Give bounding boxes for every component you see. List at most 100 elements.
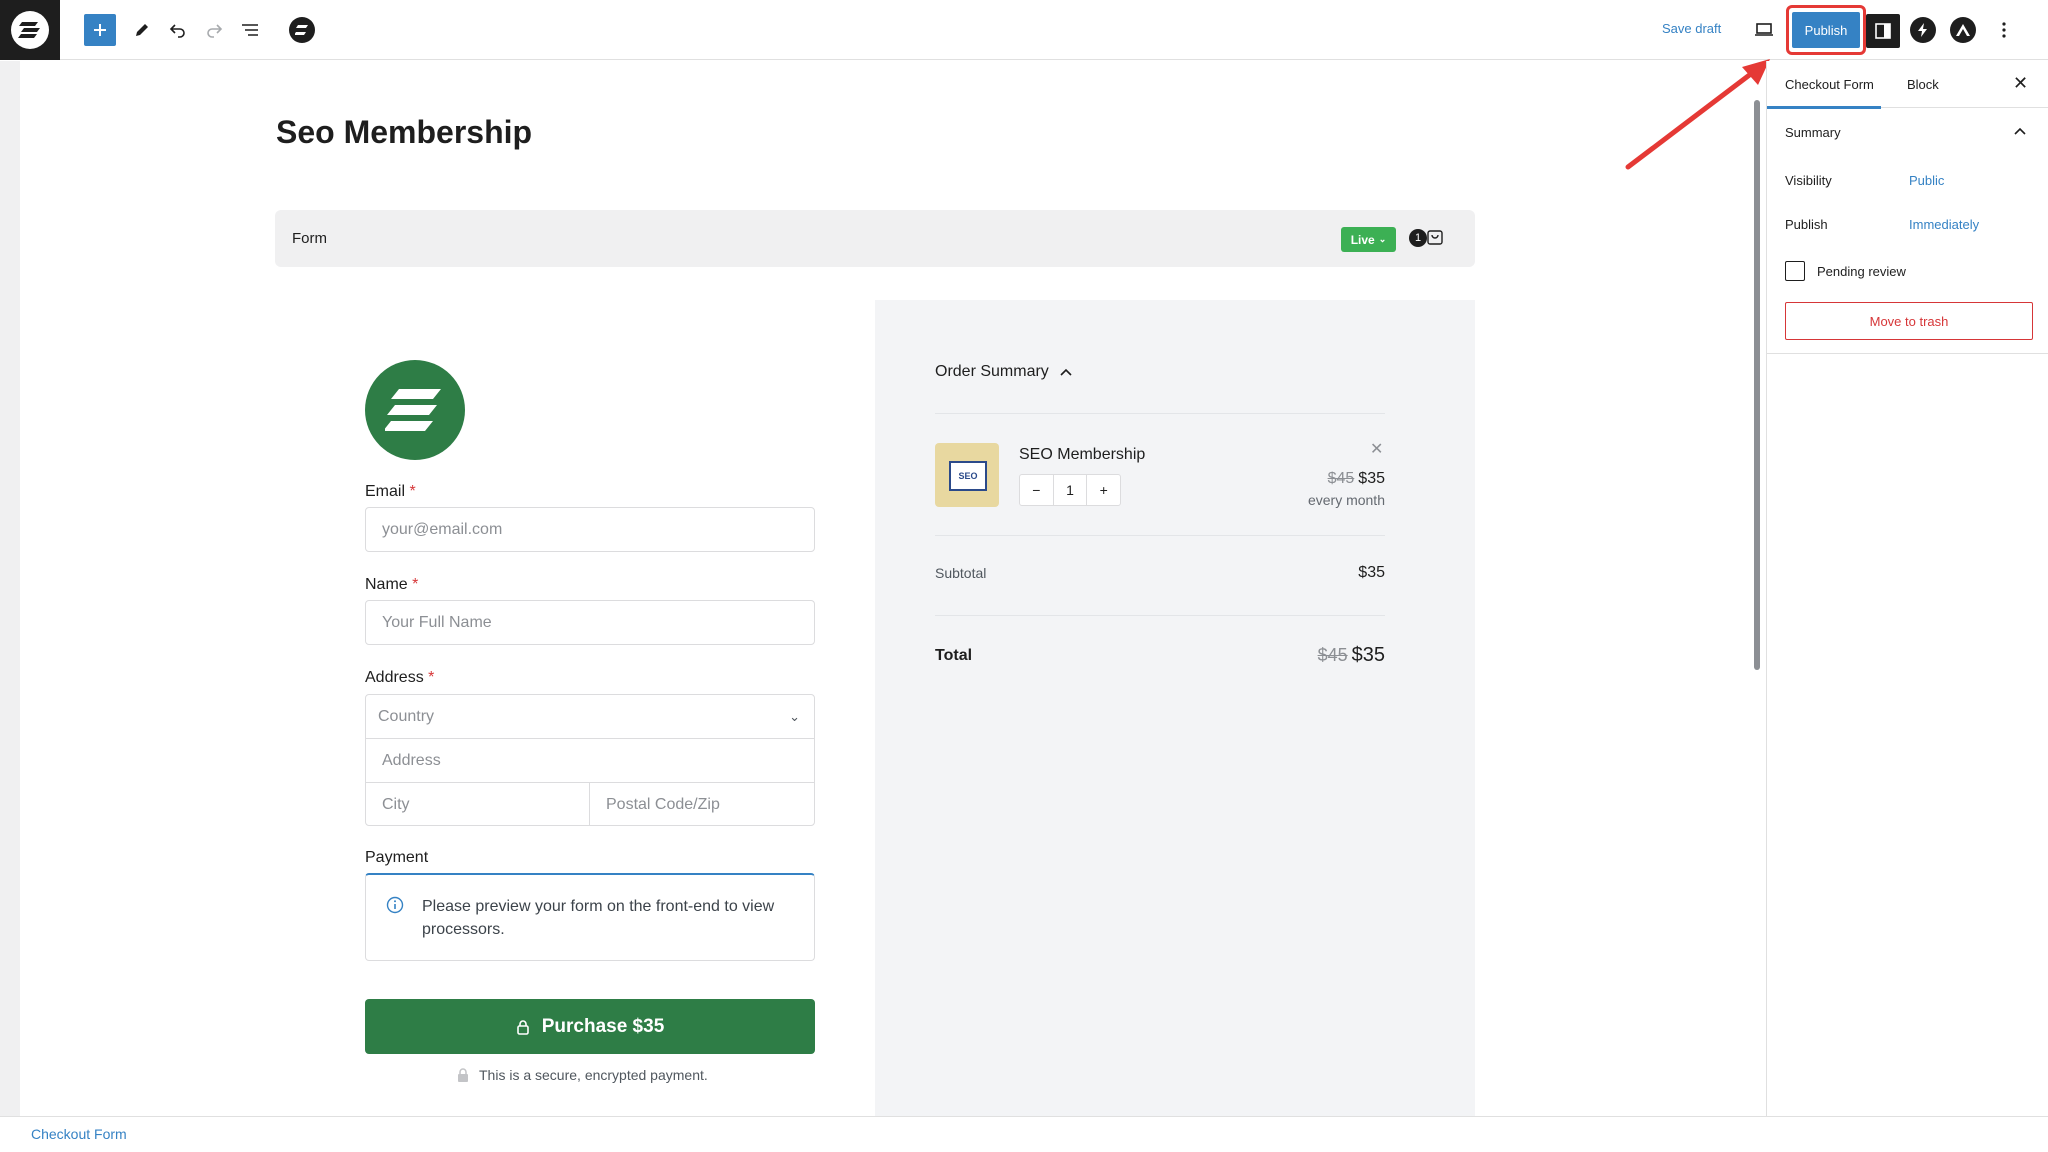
lock-icon (516, 1019, 529, 1035)
redo-button[interactable] (198, 14, 230, 46)
bolt-icon (1918, 23, 1927, 37)
divider (1767, 353, 2048, 354)
astra-icon (1956, 24, 1970, 36)
product-name: SEO Membership (1019, 446, 1146, 463)
address-fieldset: Country ⌄ Address City Postal Code/Zip (365, 694, 815, 826)
vertical-dots-icon (2002, 22, 2006, 38)
purchase-button[interactable]: Purchase $35 (365, 999, 815, 1054)
tab-checkout-form[interactable]: Checkout Form (1785, 77, 1874, 92)
pencil-icon (136, 24, 148, 36)
surecart-logo-icon (385, 389, 441, 431)
chevron-down-icon: ⌄ (789, 708, 800, 724)
product-price: $45 $35 (1328, 470, 1385, 488)
quantity-value[interactable]: 1 (1052, 475, 1088, 505)
astra-plugin-button[interactable] (1950, 17, 1976, 43)
visibility-label: Visibility (1785, 173, 1832, 188)
payment-processor-box: Please preview your form on the front-en… (365, 873, 815, 961)
add-block-button[interactable] (84, 14, 116, 46)
publish-button[interactable]: Publish (1792, 12, 1860, 48)
postal-code-field[interactable]: Postal Code/Zip (590, 783, 814, 826)
secure-payment-note: This is a secure, encrypted payment. (457, 1067, 708, 1083)
form-block-header[interactable]: Form Live ⌄ 1 (275, 210, 1475, 267)
cart-count-badge: 1 (1409, 229, 1427, 247)
document-overview-button[interactable] (234, 14, 266, 46)
postal-placeholder: Postal Code/Zip (606, 795, 720, 813)
subtotal-label: Subtotal (935, 565, 987, 581)
original-price: $45 (1327, 470, 1355, 487)
city-placeholder: City (382, 795, 410, 813)
lock-icon (458, 1068, 468, 1082)
bolt-plugin-button[interactable] (1910, 17, 1936, 43)
info-icon (386, 896, 404, 914)
sale-price: $35 (1358, 470, 1385, 487)
city-field[interactable]: City (366, 783, 590, 826)
move-to-trash-button[interactable]: Move to trash (1785, 302, 2033, 340)
tab-block[interactable]: Block (1907, 77, 1939, 92)
summary-panel-title[interactable]: Summary (1785, 125, 1841, 140)
email-label: Email * (365, 483, 416, 500)
save-draft-button[interactable]: Save draft (1662, 21, 1721, 36)
chevron-up-icon[interactable] (2013, 126, 2027, 136)
country-placeholder: Country (378, 707, 435, 725)
product-thumb-text: SEO (949, 461, 987, 491)
divider (935, 615, 1385, 616)
list-view-icon (242, 24, 258, 36)
page-title[interactable]: Seo Membership (276, 114, 532, 151)
sidebar-tabs: Checkout Form Block ✕ (1767, 61, 2048, 109)
remove-item-icon[interactable]: ✕ (1370, 439, 1383, 459)
form-block-label: Form (292, 230, 327, 247)
publish-date-label: Publish (1785, 217, 1828, 232)
address-label: Address * (365, 669, 435, 686)
chevron-up-icon (1060, 368, 1072, 376)
quantity-stepper[interactable]: − 1 + (1019, 474, 1121, 506)
settings-toggle-button[interactable] (1866, 14, 1900, 48)
active-tab-indicator (1767, 106, 1881, 109)
surecart-logo-icon (11, 11, 49, 49)
country-select[interactable]: Country ⌄ (366, 695, 814, 739)
canvas-scrollbar[interactable] (1754, 100, 1760, 670)
more-options-button[interactable] (1988, 14, 2020, 46)
billing-interval: every month (1307, 492, 1385, 508)
total-label: Total (935, 647, 973, 664)
close-sidebar-icon[interactable]: ✕ (2013, 73, 2028, 94)
pending-review-label[interactable]: Pending review (1817, 264, 1906, 279)
settings-sidebar: Checkout Form Block ✕ Summary Visibility… (1766, 61, 2048, 1116)
publish-date-toggle[interactable]: Immediately (1909, 217, 1979, 232)
cart-icon[interactable] (1426, 228, 1444, 246)
email-placeholder: your@email.com (382, 520, 503, 538)
email-field[interactable]: your@email.com (365, 507, 815, 552)
surecart-toolbar-button[interactable] (286, 14, 318, 46)
annotation-arrow-icon (1625, 59, 1770, 170)
undo-button[interactable] (162, 14, 194, 46)
store-logo (365, 360, 465, 460)
order-summary-panel: Order Summary SEO SEO Membership − 1 + ✕… (875, 300, 1475, 1120)
site-logo-button[interactable] (0, 0, 60, 60)
subtotal-value: $35 (1358, 564, 1385, 581)
edit-tool-button[interactable] (126, 14, 158, 46)
undo-icon (169, 24, 185, 38)
plus-icon (94, 24, 106, 36)
name-label: Name * (365, 576, 419, 593)
name-field[interactable]: Your Full Name (365, 600, 815, 645)
address-placeholder: Address (382, 751, 441, 769)
purchase-button-label: Purchase $35 (541, 1015, 665, 1037)
product-image: SEO (935, 443, 999, 507)
visibility-toggle[interactable]: Public (1909, 173, 1944, 188)
total-amount: $35 (1351, 644, 1385, 666)
address-line-field[interactable]: Address (366, 739, 814, 783)
order-summary-toggle[interactable]: Order Summary (935, 363, 1073, 381)
pending-review-checkbox[interactable] (1785, 261, 1805, 281)
total-value: $45 $35 (1318, 644, 1385, 667)
sidebar-icon (1875, 23, 1891, 39)
surecart-icon (289, 17, 315, 43)
preview-button[interactable] (1748, 14, 1780, 46)
canvas-gutter (0, 61, 20, 1116)
divider (935, 413, 1385, 414)
quantity-increment-button[interactable]: + (1087, 475, 1120, 505)
divider (935, 535, 1385, 536)
live-status-dropdown[interactable]: Live ⌄ (1341, 227, 1396, 252)
quantity-decrement-button[interactable]: − (1020, 475, 1053, 505)
breadcrumb[interactable]: Checkout Form (31, 1126, 127, 1142)
name-placeholder: Your Full Name (382, 613, 492, 631)
laptop-icon (1755, 23, 1773, 36)
